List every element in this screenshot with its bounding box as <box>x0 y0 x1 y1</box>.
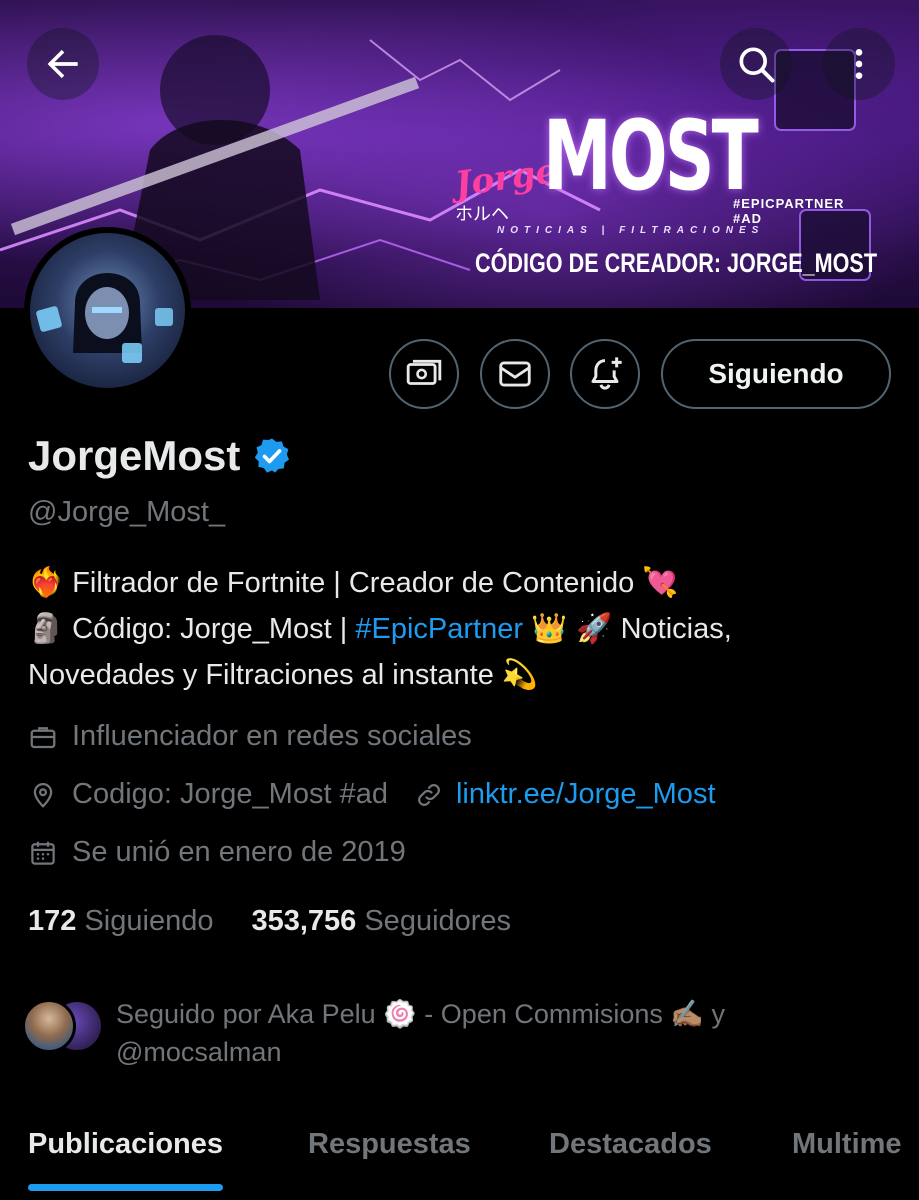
briefcase-icon <box>30 726 56 748</box>
tab-label: Respuestas <box>308 1128 471 1160</box>
hashtag-link[interactable]: #EpicPartner <box>355 613 523 645</box>
money-icon <box>406 359 442 385</box>
profile-tabs: Publicaciones Respuestas Destacados Mult… <box>0 1110 919 1200</box>
bio-line-1-text: Filtrador de Fortnite | Creador de Conte… <box>72 567 635 599</box>
followed-by-row[interactable]: Seguido por Aka Pelu 🍥 - Open Commisions… <box>22 995 896 1071</box>
following-count: 172 <box>28 905 77 937</box>
tab-publicaciones[interactable]: Publicaciones <box>28 1110 224 1191</box>
bio-line-2: 🗿 Código: Jorge_Most | #EpicPartner 👑 🚀 … <box>28 606 888 652</box>
banner-tags: #EPICPARTNER #AD <box>733 196 845 226</box>
followed-by-text: Seguido por Aka Pelu 🍥 - Open Commisions… <box>116 995 896 1071</box>
crown-rocket-emoji: 👑 🚀 <box>531 611 613 645</box>
arrow-left-icon <box>47 49 78 79</box>
following-count-link[interactable]: 172 Siguiendo <box>28 905 213 938</box>
more-vertical-icon <box>855 49 863 79</box>
follow-counts: 172 Siguiendo 353,756 Seguidores <box>28 905 549 938</box>
follower-avatars <box>22 995 112 1055</box>
joined-row: Se unió en enero de 2019 <box>28 836 406 869</box>
search-icon <box>739 47 775 83</box>
profile-name-row: JorgeMost <box>28 432 292 480</box>
profile-bio: ❤️‍🔥 Filtrador de Fortnite | Creador de … <box>28 560 888 698</box>
bell-plus-icon <box>591 357 622 390</box>
notify-button[interactable] <box>570 339 640 409</box>
followers-label: Seguidores <box>364 905 512 937</box>
banner-title: MOST <box>543 100 759 212</box>
follower-avatar <box>22 999 76 1053</box>
profession-row: Influenciador en redes sociales <box>28 720 472 753</box>
heart-on-fire-emoji: ❤️‍🔥 <box>28 565 65 599</box>
banner-subtitle: NOTICIAS | FILTRACIONES <box>497 225 765 236</box>
dizzy-emoji: 💫 <box>501 657 539 691</box>
more-options-button[interactable] <box>823 28 895 100</box>
website-link[interactable]: linktr.ee/Jorge_Most <box>456 778 716 811</box>
tab-respuestas[interactable]: Respuestas <box>308 1110 471 1161</box>
bio-line-3: Novedades y Filtraciones al instante 💫 <box>28 652 888 698</box>
profession-text: Influenciador en redes sociales <box>72 720 472 752</box>
location-text: Codigo: Jorge_Most #ad <box>72 778 388 810</box>
profile-avatar[interactable] <box>24 227 191 394</box>
followers-count-link[interactable]: 353,756 Seguidores <box>251 905 511 938</box>
tab-label: Publicaciones <box>28 1128 224 1160</box>
user-handle: @Jorge_Most_ <box>28 496 226 528</box>
avatar-image <box>30 233 185 388</box>
location-pin-icon <box>33 782 53 808</box>
tip-button[interactable] <box>389 339 459 409</box>
display-name: JorgeMost <box>28 432 241 479</box>
search-button[interactable] <box>720 28 792 100</box>
bio-line-3-text: Novedades y Filtraciones al instante <box>28 659 494 691</box>
tab-label: Destacados <box>549 1128 712 1160</box>
tab-multimedia[interactable]: Multime <box>792 1110 902 1161</box>
message-button[interactable] <box>480 339 550 409</box>
following-label: Siguiendo <box>84 905 214 937</box>
active-tab-indicator <box>28 1184 224 1191</box>
envelope-icon <box>499 361 531 387</box>
bio-line-1: ❤️‍🔥 Filtrador de Fortnite | Creador de … <box>28 560 888 606</box>
followers-count: 353,756 <box>251 905 357 937</box>
joined-text: Se unió en enero de 2019 <box>72 836 406 868</box>
moai-emoji: 🗿 <box>28 611 65 645</box>
heart-arrow-emoji: 💘 <box>642 565 679 599</box>
followed-by-line-2: @mocsalman <box>116 1037 282 1067</box>
banner-creator-code: CÓDIGO DE CREADOR: JORGE_MOST <box>475 248 878 278</box>
location-row: Codigo: Jorge_Most #ad linktr.ee/Jorge_M… <box>28 778 716 811</box>
followed-by-line-1: Seguido por Aka Pelu 🍥 - Open Commisions… <box>116 999 726 1029</box>
following-button[interactable]: Siguiendo <box>661 339 891 409</box>
tab-label: Multime <box>792 1128 902 1160</box>
back-button[interactable] <box>27 28 99 100</box>
verified-badge-icon[interactable] <box>252 436 292 476</box>
calendar-icon <box>31 841 55 865</box>
link-icon <box>418 783 440 806</box>
tab-destacados[interactable]: Destacados <box>549 1110 712 1161</box>
bio-line-2-text: Código: Jorge_Most | <box>72 613 348 645</box>
bio-line-2-tail: Noticias, <box>620 613 732 645</box>
banner-kana-text: ホルヘ <box>455 204 509 224</box>
